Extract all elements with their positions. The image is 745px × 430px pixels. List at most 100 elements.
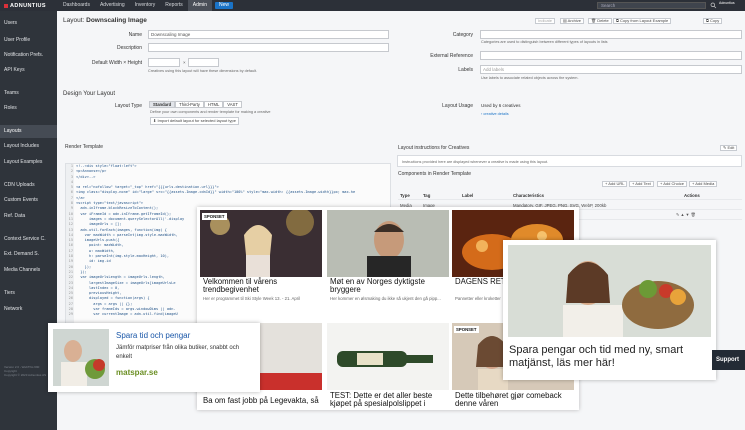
import-label: Import default layout for selected layou… <box>157 118 236 123</box>
col-label: Label <box>462 193 474 198</box>
search-input[interactable]: Search <box>597 2 706 9</box>
sidebar-item-network[interactable]: Network <box>0 304 57 314</box>
type-standard[interactable]: Standard <box>149 101 176 108</box>
card-description: Her er programmet til Ski Style Week 13.… <box>203 296 301 301</box>
sidebar-footer: Version 2.0 - WebThis 690 Copyright Copy… <box>4 365 54 377</box>
size-separator: × <box>183 60 186 65</box>
external-reference-field[interactable] <box>480 51 742 60</box>
sidebar-item-users[interactable]: Users <box>0 18 57 28</box>
page-title: Layout: Downscaling Image <box>63 17 147 24</box>
matspar-small-ad[interactable]: Spara tid och pengar Jämför matpriser fr… <box>48 323 260 392</box>
edit-instructions-button[interactable]: ✎ Edit <box>720 145 738 151</box>
creative-details-label: creative details <box>483 112 509 116</box>
col-characteristics: Characteristics <box>513 193 545 198</box>
labels-input[interactable]: Add labels <box>480 65 742 74</box>
new-button[interactable]: New <box>214 2 233 9</box>
layout-type-selector: Standard Third-Party HTML VAST <box>149 101 242 108</box>
copy-from-label: Copy from Layout Example <box>619 18 669 23</box>
card-title: Ba om fast jobb på Legevakta, så <box>203 396 319 405</box>
sidebar-item-cdn-uploads[interactable]: CDN Uploads <box>0 180 57 190</box>
user-network: Adnuntius <box>719 1 735 5</box>
ad-body: Jämför matpriser från olika butiker, sna… <box>116 345 240 360</box>
indicate-button[interactable]: Indicate <box>535 18 556 24</box>
layout-type-label: Layout Type <box>114 103 142 109</box>
card-title: Møt en av Norges dyktigste bryggere <box>330 277 425 294</box>
name-label: Name <box>128 32 142 38</box>
nav-advertising[interactable]: Advertising <box>95 0 130 11</box>
card-description: Her kommer en ølsmaking du ikke så ukjen… <box>330 296 441 301</box>
external-reference-label: External Reference <box>430 53 473 59</box>
row-actions[interactable]: ✎ ▲ ▼ 🗑 <box>676 212 696 217</box>
add-text-button[interactable]: + Add Text <box>629 181 654 187</box>
copyright-line: Copyright © 2023 Adnuntius AS <box>4 373 47 377</box>
brand-logo[interactable]: ADNUNTIUS <box>0 3 58 9</box>
support-button[interactable]: Support <box>712 350 745 370</box>
matspar-large-ad[interactable]: Spara pengar och tid med ny, smart matjä… <box>503 240 716 380</box>
instructions-text: Instructions provided here are displayed… <box>402 160 549 164</box>
news-card[interactable]: TEST: Dette er det aller beste kjøpet på… <box>327 323 449 410</box>
news-card[interactable]: SPONSET Velkommen til vårens trendbegive… <box>200 210 322 305</box>
nav-admin[interactable]: Admin <box>187 0 212 11</box>
labels-label: Labels <box>458 67 473 73</box>
size-hint: Creatives using this layout will have th… <box>148 69 258 73</box>
instructions-heading: Layout instructions for Creatives <box>398 145 470 151</box>
sidebar-item-layouts[interactable]: Layouts <box>0 125 57 138</box>
add-choice-button[interactable]: + Add Choice <box>657 181 687 187</box>
type-html[interactable]: HTML <box>203 101 224 108</box>
nav-inventory[interactable]: Inventory <box>130 0 161 11</box>
sidebar-item-tiers[interactable]: Tiers <box>0 288 57 298</box>
delete-label: Delete <box>597 18 609 23</box>
edit-label: Edit <box>727 145 735 150</box>
instructions-panel: Instructions provided here are displayed… <box>397 155 742 167</box>
sidebar-item-notification-prefs[interactable]: Notification Prefs. <box>0 50 57 60</box>
sidebar-item-teams[interactable]: Teams <box>0 88 57 98</box>
news-card[interactable]: Møt en av Norges dyktigste bryggere Her … <box>327 210 449 305</box>
sidebar-item-layout-examples[interactable]: Layout Examples <box>0 157 57 167</box>
col-tag: Tag <box>423 193 431 198</box>
add-media-button[interactable]: + Add Media <box>689 181 718 187</box>
sidebar-item-roles[interactable]: Roles <box>0 103 57 113</box>
description-field[interactable] <box>148 43 389 52</box>
type-vast[interactable]: VAST <box>223 101 242 108</box>
archive-button[interactable]: ▤ Archive <box>560 18 585 24</box>
sidebar-item-ref-data[interactable]: Ref. Data <box>0 211 57 221</box>
delete-button[interactable]: 🗑 Delete <box>588 18 612 24</box>
import-default-layout-button[interactable]: ⬇ Import default layout for selected lay… <box>150 117 239 125</box>
category-select[interactable] <box>480 30 742 39</box>
name-field[interactable]: Downscaling Image <box>148 30 389 39</box>
width-field[interactable] <box>148 58 180 67</box>
design-heading: Design Your Layout <box>63 91 116 97</box>
sidebar-item-ext-demand[interactable]: Ext. Demand S. <box>0 249 57 259</box>
render-template-heading: Render Template <box>65 144 103 150</box>
page-title-prefix: Layout: <box>63 17 85 24</box>
copy-from-example-button[interactable]: ⧉ Copy from Layout Example <box>613 18 672 24</box>
user-menu[interactable]: Adnuntius <box>719 1 745 10</box>
copy-button[interactable]: ⧉ Copy <box>703 18 723 24</box>
category-label: Category <box>452 32 473 38</box>
nav-dashboards[interactable]: Dashboards <box>58 0 95 11</box>
archive-label: Archive <box>567 18 582 23</box>
type-third-party[interactable]: Third-Party <box>175 101 204 108</box>
sidebar-item-layout-includes[interactable]: Layout Includes <box>0 141 57 151</box>
add-text-label: Add Text <box>635 181 651 186</box>
layout-usage-value: Used by 6 creatives <box>481 103 521 108</box>
search-icon[interactable] <box>710 2 717 9</box>
creative-details-link[interactable]: › creative details <box>481 112 509 116</box>
add-url-button[interactable]: + Add URL <box>602 181 628 187</box>
ad-headline: Spara pengar och tid med ny, smart matjä… <box>509 344 684 369</box>
labels-hint: Use labels to associate related objects … <box>481 76 579 80</box>
sidebar-item-context-service[interactable]: Context Service C. <box>0 234 57 244</box>
components-heading: Components in Render Template <box>398 171 472 177</box>
col-type: Type <box>400 193 410 198</box>
sidebar-item-media-channels[interactable]: Media Channels <box>0 265 57 275</box>
sidebar-item-custom-events[interactable]: Custom Events <box>0 195 57 205</box>
sidebar-item-api-keys[interactable]: API Keys <box>0 65 57 75</box>
copy-label: Copy <box>709 18 720 23</box>
support-label: Support <box>716 357 739 363</box>
height-field[interactable] <box>188 58 219 67</box>
nav-reports[interactable]: Reports <box>160 0 188 11</box>
ad-image <box>508 245 711 337</box>
add-media-label: Add Media <box>695 181 715 186</box>
layout-usage-label: Layout Usage <box>442 103 473 109</box>
sidebar-item-user-profile[interactable]: User Profile <box>0 35 57 45</box>
